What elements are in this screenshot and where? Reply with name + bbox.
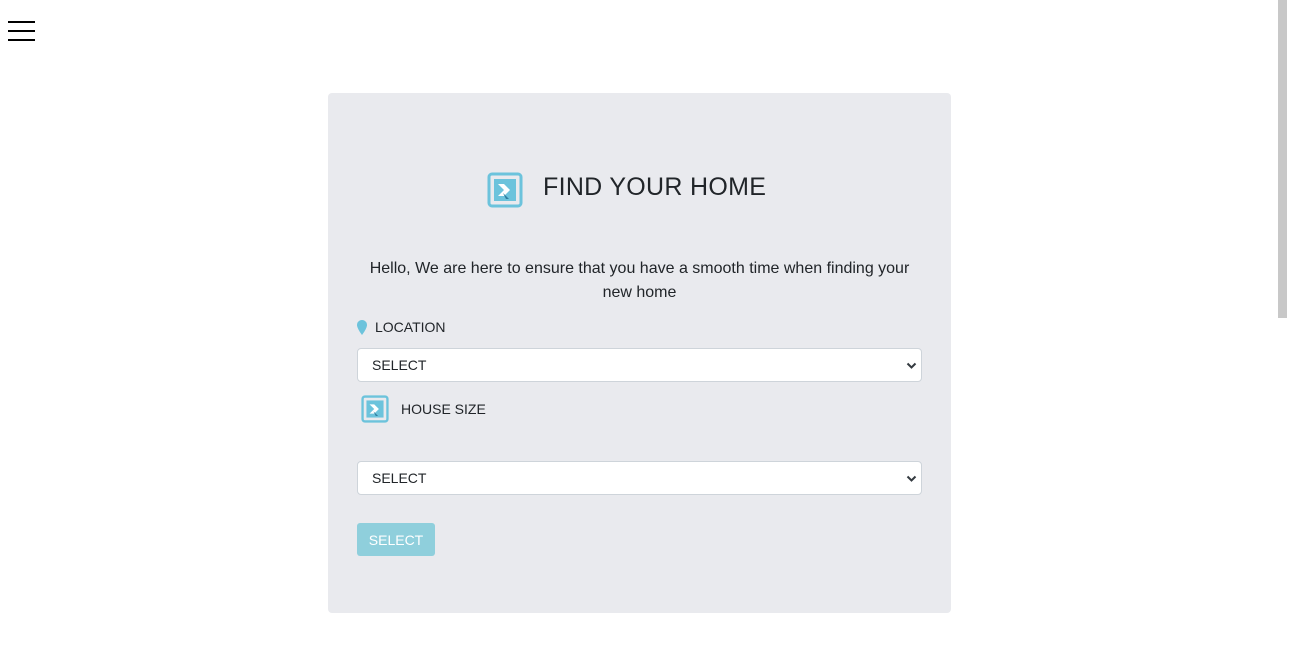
location-select[interactable]: SELECT bbox=[357, 348, 922, 382]
house-size-select-value: SELECT bbox=[372, 470, 427, 486]
home-arrow-icon bbox=[361, 395, 389, 423]
location-pin-icon bbox=[357, 319, 367, 335]
scrollbar-thumb[interactable] bbox=[1278, 0, 1287, 318]
location-label-text: LOCATION bbox=[375, 319, 446, 335]
chevron-down-icon bbox=[906, 475, 917, 482]
find-home-card: FIND YOUR HOME Hello, We are here to ens… bbox=[328, 93, 951, 613]
home-arrow-icon bbox=[487, 172, 523, 208]
select-submit-button[interactable]: SELECT bbox=[357, 523, 435, 556]
vertical-scrollbar[interactable] bbox=[1276, 0, 1289, 658]
house-size-select[interactable]: SELECT bbox=[357, 461, 922, 495]
chevron-down-icon bbox=[906, 362, 917, 369]
intro-text: Hello, We are here to ensure that you ha… bbox=[369, 260, 910, 301]
house-size-label-text: HOUSE SIZE bbox=[401, 401, 486, 417]
title-row: FIND YOUR HOME bbox=[328, 169, 951, 209]
location-label: LOCATION bbox=[357, 319, 446, 335]
location-select-value: SELECT bbox=[372, 357, 427, 373]
hamburger-menu-icon[interactable] bbox=[8, 19, 35, 43]
page-title: FIND YOUR HOME bbox=[543, 173, 767, 201]
house-size-label: HOUSE SIZE bbox=[361, 395, 486, 423]
